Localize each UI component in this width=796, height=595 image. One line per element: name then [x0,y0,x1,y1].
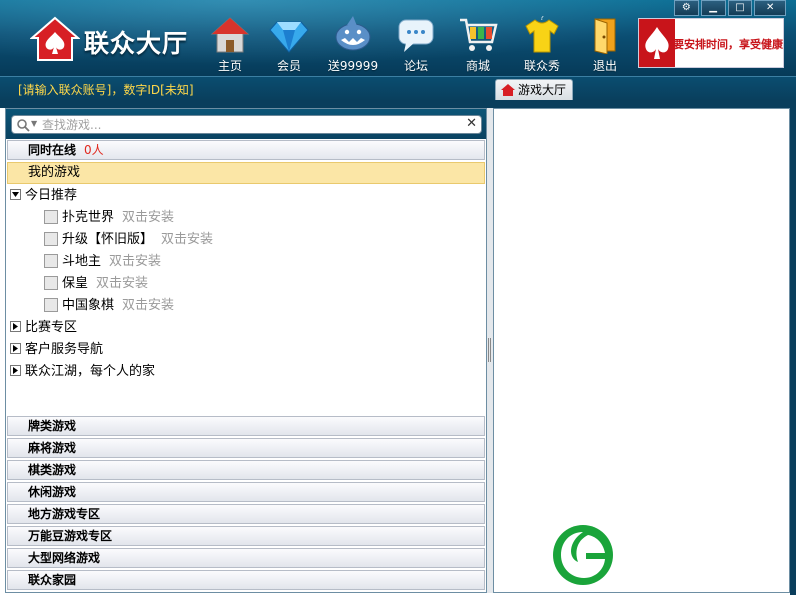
nav-home-label: 主页 [217,59,242,73]
game-item[interactable]: 升级【怀旧版】 双击安装 [44,229,213,251]
tree-node-label: 联众江湖，每个人的家 [25,364,156,379]
app-logo: 联众大厅 [30,14,195,64]
ad-text: 要安排时间，享受健康生活 [673,38,783,51]
search-input[interactable] [42,117,462,132]
ad-spade-icon [639,19,675,67]
diamond-icon [269,21,309,53]
nav-show-button[interactable]: ? 联众秀 [512,16,572,74]
home-icon [210,17,250,53]
game-item[interactable]: 保皇 双击安装 [44,273,148,295]
game-name: 保皇 [62,276,89,291]
game-name: 斗地主 [62,254,102,269]
account-info-link[interactable]: [请输入联众账号]，数字ID[未知] [18,81,194,98]
title-bar-header: 联众大厅 主页 会员 送99999 论坛 商城 ? 联众秀 退出 要安排时间，享… [0,0,796,76]
nav-member-button[interactable]: 会员 [259,16,319,74]
nav-exit-label: 退出 [592,59,617,73]
game-name: 扑克世界 [62,210,115,225]
category-online-games[interactable]: 大型网络游戏 [7,548,485,568]
category-wanneng-games[interactable]: 万能豆游戏专区 [7,526,485,546]
status-bar: [请输入联众账号]，数字ID[未知] 游戏大厅 [0,76,796,101]
online-label: 同时在线 [28,143,77,157]
window-controls: ⚙ ▁ □ ✕ [674,0,788,17]
collapse-toggle-icon[interactable] [10,189,21,200]
category-card-games[interactable]: 牌类游戏 [7,416,485,436]
game-icon [44,297,58,312]
ad-banner[interactable]: 要安排时间，享受健康生活 [638,18,784,68]
settings-icon[interactable]: ⚙ [674,0,699,16]
tab-home-icon [501,84,515,96]
category-mahjong-games[interactable]: 麻将游戏 [7,438,485,458]
tree-node-service[interactable]: 客户服务导航 [10,339,103,361]
category-local-games[interactable]: 地方游戏专区 [7,504,485,524]
nav-exit-button[interactable]: 退出 [575,16,635,74]
chat-bubble-icon [398,19,434,52]
install-hint: 双击安装 [122,298,175,313]
close-icon[interactable]: ✕ [754,0,786,16]
nav-forum-label: 论坛 [403,59,428,73]
content-panel [493,108,790,593]
my-games-item[interactable]: 我的游戏 [7,162,485,184]
game-icon [44,253,58,268]
category-board-games[interactable]: 棋类游戏 [7,460,485,480]
nav-show-label: 联众秀 [523,59,560,73]
tree-node-label: 比赛专区 [25,320,78,335]
logo-house-icon [30,16,80,61]
nav-shop-button[interactable]: 商城 [448,16,508,74]
right-edge-strip [790,108,796,595]
tree-node-label: 客户服务导航 [25,342,104,357]
tree-node-today[interactable]: 今日推荐 [10,185,77,207]
game-item[interactable]: 中国象棋 双击安装 [44,295,174,317]
tab-game-hall-label: 游戏大厅 [518,83,567,97]
shopping-cart-icon [460,18,498,51]
install-hint: 双击安装 [122,210,175,225]
tree-node-match[interactable]: 比赛专区 [10,317,77,339]
category-casual-games[interactable]: 休闲游戏 [7,482,485,502]
nav-forum-button[interactable]: 论坛 [386,16,446,74]
install-hint: 双击安装 [161,232,214,247]
shark-icon [335,16,371,51]
nav-shop-label: 商城 [465,59,490,73]
search-icon[interactable] [16,118,30,132]
game-icon [44,275,58,290]
online-count-header: 同时在线 0人 [7,140,485,160]
search-bar: ▼ ✕ [6,109,486,139]
game-item[interactable]: 斗地主 双击安装 [44,251,161,273]
tab-game-hall[interactable]: 游戏大厅 [495,79,573,101]
nav-member-label: 会员 [276,59,301,73]
nav-gift-label: 送99999 [327,59,379,73]
game-list-panel: ▼ ✕ 同时在线0人 我的游戏 今日推荐 扑克世界双击安装 升级【怀旧版】双击安… [5,108,487,593]
exit-door-icon [594,18,616,54]
svg-text:?: ? [540,16,544,22]
game-name: 中国象棋 [62,298,115,313]
category-home[interactable]: 联众家园 [7,570,485,590]
install-hint: 双击安装 [109,254,162,269]
online-count: 0人 [84,143,104,157]
green-leaf-logo-icon [553,525,613,585]
logo-text: 联众大厅 [84,29,189,58]
tree-node-today-label: 今日推荐 [25,188,78,203]
tree-node-community[interactable]: 联众江湖，每个人的家 [10,361,155,383]
expand-toggle-icon[interactable] [10,365,21,376]
search-box: ▼ ✕ [11,115,482,134]
maximize-icon[interactable]: □ [727,0,753,16]
header-divider [0,100,796,108]
game-item[interactable]: 扑克世界 双击安装 [44,207,174,229]
expand-toggle-icon[interactable] [10,321,21,332]
search-dropdown-icon[interactable]: ▼ [31,119,37,128]
nav-home-button[interactable]: 主页 [200,16,260,74]
splitter-grip-icon[interactable] [488,338,491,362]
game-name: 升级【怀旧版】 [62,232,154,247]
minimize-icon[interactable]: ▁ [700,0,726,16]
tshirt-icon: ? [525,16,559,53]
install-hint: 双击安装 [96,276,149,291]
clear-search-icon[interactable]: ✕ [466,116,477,131]
expand-toggle-icon[interactable] [10,343,21,354]
game-icon [44,209,58,224]
nav-gift-button[interactable]: 送99999 [323,16,383,74]
game-icon [44,231,58,246]
